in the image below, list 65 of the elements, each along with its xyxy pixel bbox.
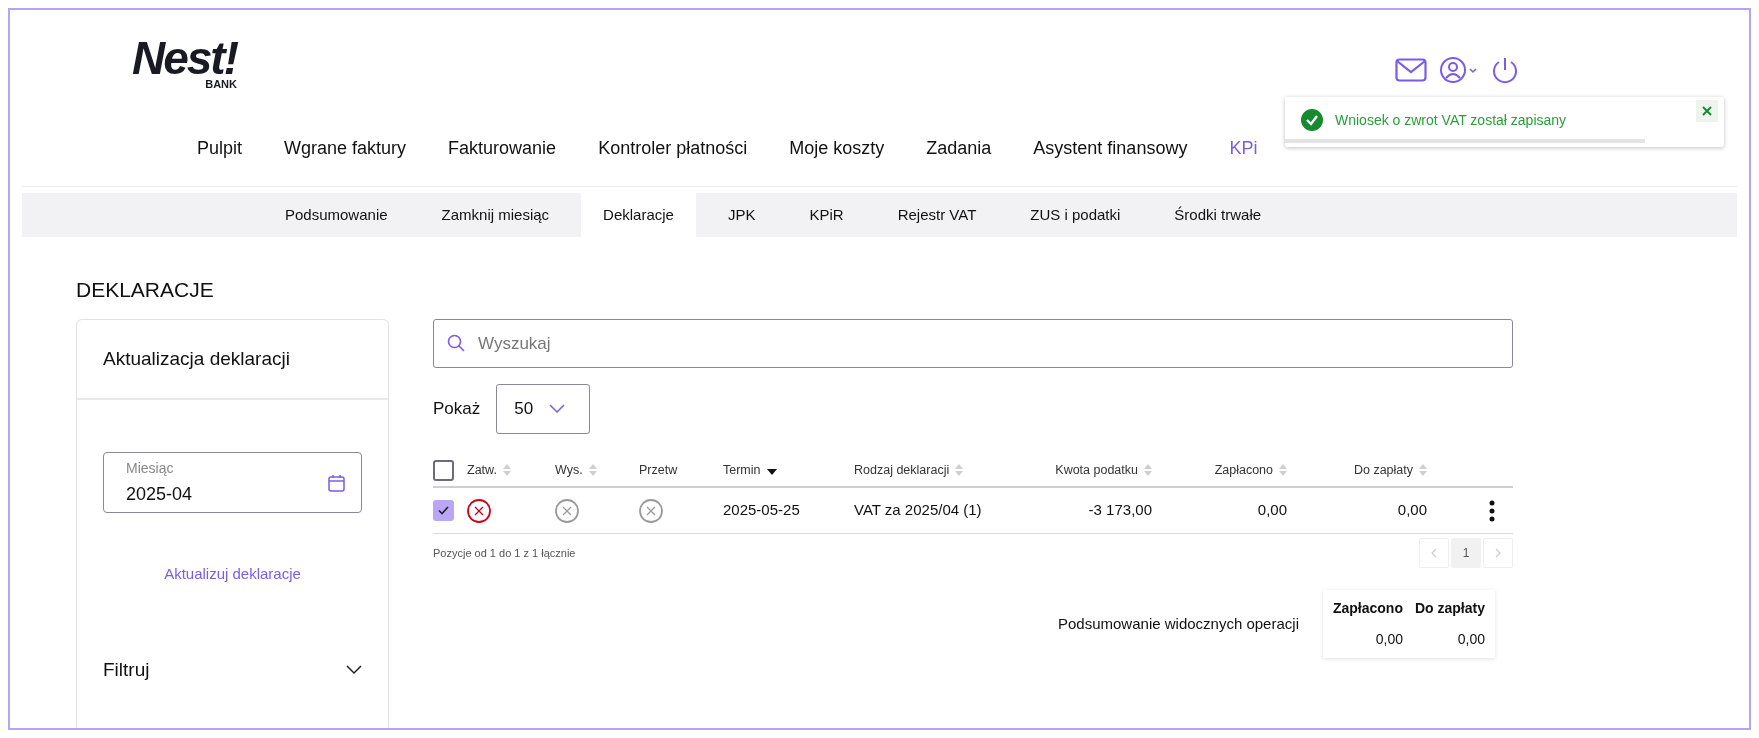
summary-label: Podsumowanie widocznych operacji (1058, 613, 1299, 634)
check-icon (438, 506, 449, 515)
column-header[interactable]: Zatw. (467, 460, 497, 480)
subnav-tab[interactable]: KPiR (787, 193, 866, 237)
toast-close-button[interactable] (1696, 100, 1718, 122)
column-header[interactable]: Kwota podatku (1055, 460, 1138, 480)
card-title: Aktualizacja deklaracji (103, 346, 290, 371)
column-header[interactable]: Wys. (555, 460, 583, 480)
subnav-tab[interactable]: Rejestr VAT (875, 193, 999, 237)
chevron-left-icon (1431, 548, 1437, 558)
chevron-right-icon (1495, 548, 1501, 558)
search-icon (447, 334, 465, 352)
column-header[interactable]: Rodzaj deklaracji (854, 460, 950, 480)
subnav-tab[interactable]: JPK (705, 193, 778, 237)
success-icon (1301, 109, 1323, 131)
column-header[interactable]: Zapłacono (1214, 460, 1273, 480)
logo-wordmark: Nest! (131, 38, 237, 78)
update-declarations-link[interactable]: Aktualizuj deklaracje (164, 563, 301, 586)
page-size-select[interactable]: 50 (496, 384, 591, 434)
checkbox[interactable] (433, 500, 454, 521)
table-cell: 2025-05-25 (723, 501, 800, 519)
page-title: DEKLARACJE (76, 277, 215, 303)
nav-item[interactable]: Asystent finansowy (1033, 134, 1188, 162)
summary-header: Zapłacono (1332, 599, 1403, 618)
subnav-tab[interactable]: ZUS i podatki (1008, 193, 1143, 237)
column-header[interactable]: Do zapłaty (1353, 460, 1413, 480)
month-field[interactable]: Miesiąc 2025-04 (103, 452, 362, 513)
column-header[interactable]: Przetw (639, 460, 678, 480)
table-cell: VAT za 2025/04 (1) (854, 501, 982, 519)
more-options-icon[interactable] (1489, 499, 1495, 522)
summary-header: Do zapłaty (1415, 599, 1485, 618)
subnav-tab[interactable]: Środki trwałe (1152, 193, 1284, 237)
nav-item[interactable]: KPi (1229, 134, 1258, 162)
search-field[interactable]: Wyszukaj (433, 319, 1513, 368)
nav-item[interactable]: Zadania (926, 134, 992, 162)
power-icon[interactable] (1491, 56, 1519, 84)
table-cell: 0,00 (1397, 501, 1427, 519)
nav-item[interactable]: Wgrane faktury (284, 134, 407, 162)
checkbox[interactable] (433, 459, 454, 481)
subnav-tab[interactable]: Podsumowanie (263, 193, 410, 237)
table-cell: 0,00 (1257, 501, 1287, 519)
nav-item[interactable]: Moje koszty (789, 134, 885, 162)
filter-toggle[interactable]: Filtruj (103, 655, 362, 684)
subnav-tab[interactable]: Deklaracje (581, 193, 696, 237)
user-menu-icon[interactable] (1439, 56, 1479, 84)
chevron-icon (549, 404, 566, 414)
summary-value: 0,00 (1374, 630, 1403, 649)
range-info: Pozycje od 1 do 1 z 1 łącznie (433, 545, 576, 561)
nav-item[interactable]: Fakturowanie (448, 134, 557, 162)
mail-icon[interactable] (1395, 58, 1427, 82)
subnav-tab[interactable]: Zamknij miesiąc (419, 193, 572, 237)
page-button[interactable]: 1 (1451, 538, 1481, 568)
nav-item[interactable]: Kontroler płatności (598, 134, 748, 162)
nav-item[interactable]: Pulpit (197, 134, 243, 162)
page-size-label: Pokaż (433, 398, 481, 421)
table-cell: -3 173,00 (1088, 501, 1152, 519)
sort-descending-icon[interactable] (766, 469, 777, 475)
field-value: 2025-04 (126, 482, 194, 506)
close-icon (1702, 106, 1712, 116)
logo-subtitle: BANK (205, 78, 237, 90)
toast-message: Wniosek o zwrot VAT został zapisany (1335, 110, 1567, 130)
field-label: Miesiąc (126, 458, 175, 478)
calendar-icon (328, 473, 345, 492)
summary-value: 0,00 (1456, 630, 1485, 649)
column-header[interactable]: Termin (723, 460, 761, 480)
